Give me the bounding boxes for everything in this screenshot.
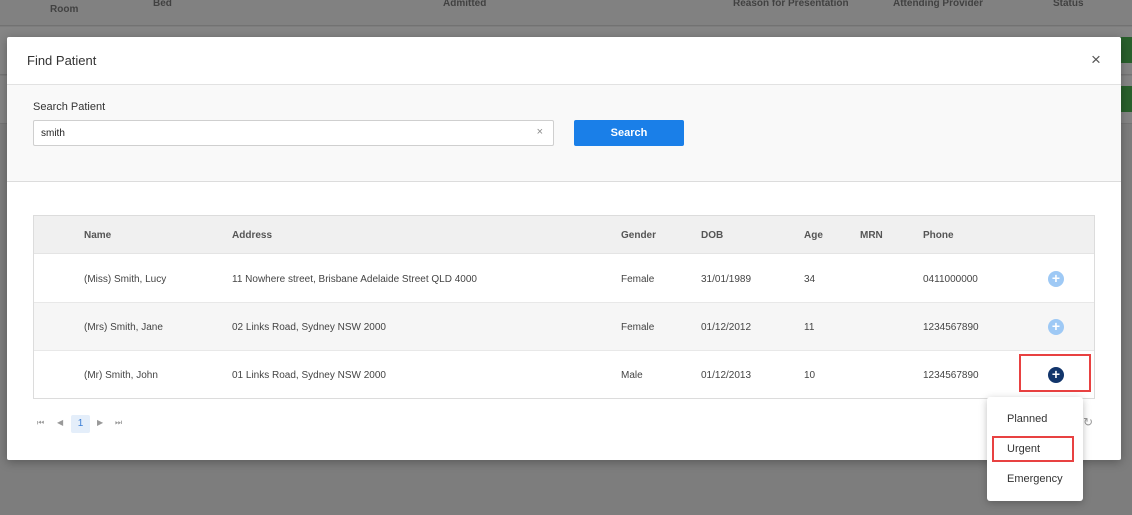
cell-dob: 01/12/2012 xyxy=(701,322,752,333)
cell-age: 10 xyxy=(804,370,816,381)
next-page-icon[interactable]: ▶ xyxy=(97,418,103,427)
col-header-mrn[interactable]: MRN xyxy=(860,230,883,241)
table-row[interactable]: (Mrs) Smith, Jane 02 Links Road, Sydney … xyxy=(34,303,1094,351)
highlight-box-add-button xyxy=(1019,354,1091,392)
search-label: Search Patient xyxy=(33,101,106,113)
cell-name: (Miss) Smith, Lucy xyxy=(84,274,167,285)
cell-address: 11 Nowhere street, Brisbane Adelaide Str… xyxy=(232,274,477,285)
refresh-icon[interactable]: ↻ xyxy=(1083,415,1093,429)
add-patient-icon[interactable]: + xyxy=(1048,319,1064,335)
col-header-gender[interactable]: Gender xyxy=(621,230,656,241)
cell-gender: Female xyxy=(621,322,655,333)
cell-age: 34 xyxy=(804,274,816,285)
col-header-name[interactable]: Name xyxy=(84,230,111,241)
menu-item-planned[interactable]: Planned xyxy=(1007,413,1047,425)
cell-phone: 1234567890 xyxy=(923,322,979,333)
clear-icon[interactable]: × xyxy=(537,126,543,138)
page-number-button[interactable]: 1 xyxy=(71,415,90,433)
modal-title: Find Patient xyxy=(27,53,97,68)
last-page-icon[interactable]: ⏭ xyxy=(115,418,122,428)
search-box: × xyxy=(33,120,554,146)
cell-phone: 0411000000 xyxy=(923,274,978,285)
cell-dob: 31/01/1989 xyxy=(701,274,752,285)
modal-header: Find Patient × xyxy=(7,37,1121,85)
col-header-dob[interactable]: DOB xyxy=(701,230,723,241)
col-header-age[interactable]: Age xyxy=(804,230,823,241)
prev-page-icon[interactable]: ◀ xyxy=(57,418,63,427)
cell-age: 11 xyxy=(804,322,815,333)
grid-header: Name Address Gender DOB Age MRN Phone xyxy=(34,216,1094,254)
cell-dob: 01/12/2013 xyxy=(701,370,752,381)
col-header-address[interactable]: Address xyxy=(232,230,272,241)
cell-gender: Female xyxy=(621,274,655,285)
cell-phone: 1234567890 xyxy=(923,370,979,381)
cell-address: 02 Links Road, Sydney NSW 2000 xyxy=(232,322,386,333)
patient-results-grid: Name Address Gender DOB Age MRN Phone (M… xyxy=(33,215,1095,399)
highlight-box-urgent xyxy=(992,436,1074,462)
find-patient-modal: Find Patient × Search Patient × Search N… xyxy=(7,37,1121,460)
table-row[interactable]: (Mr) Smith, John 01 Links Road, Sydney N… xyxy=(34,351,1094,399)
close-icon[interactable]: × xyxy=(1087,51,1105,69)
add-patient-icon[interactable]: + xyxy=(1048,271,1064,287)
menu-item-emergency[interactable]: Emergency xyxy=(1007,473,1063,485)
col-header-phone[interactable]: Phone xyxy=(923,230,954,241)
search-button[interactable]: Search xyxy=(574,120,684,146)
cell-name: (Mrs) Smith, Jane xyxy=(84,322,163,333)
cell-name: (Mr) Smith, John xyxy=(84,370,158,381)
cell-gender: Male xyxy=(621,370,643,381)
table-row[interactable]: (Miss) Smith, Lucy 11 Nowhere street, Br… xyxy=(34,255,1094,303)
cell-address: 01 Links Road, Sydney NSW 2000 xyxy=(232,370,386,381)
search-input[interactable] xyxy=(41,121,521,145)
first-page-icon[interactable]: ⏮ xyxy=(37,418,44,428)
search-section: Search Patient × Search xyxy=(7,85,1121,182)
